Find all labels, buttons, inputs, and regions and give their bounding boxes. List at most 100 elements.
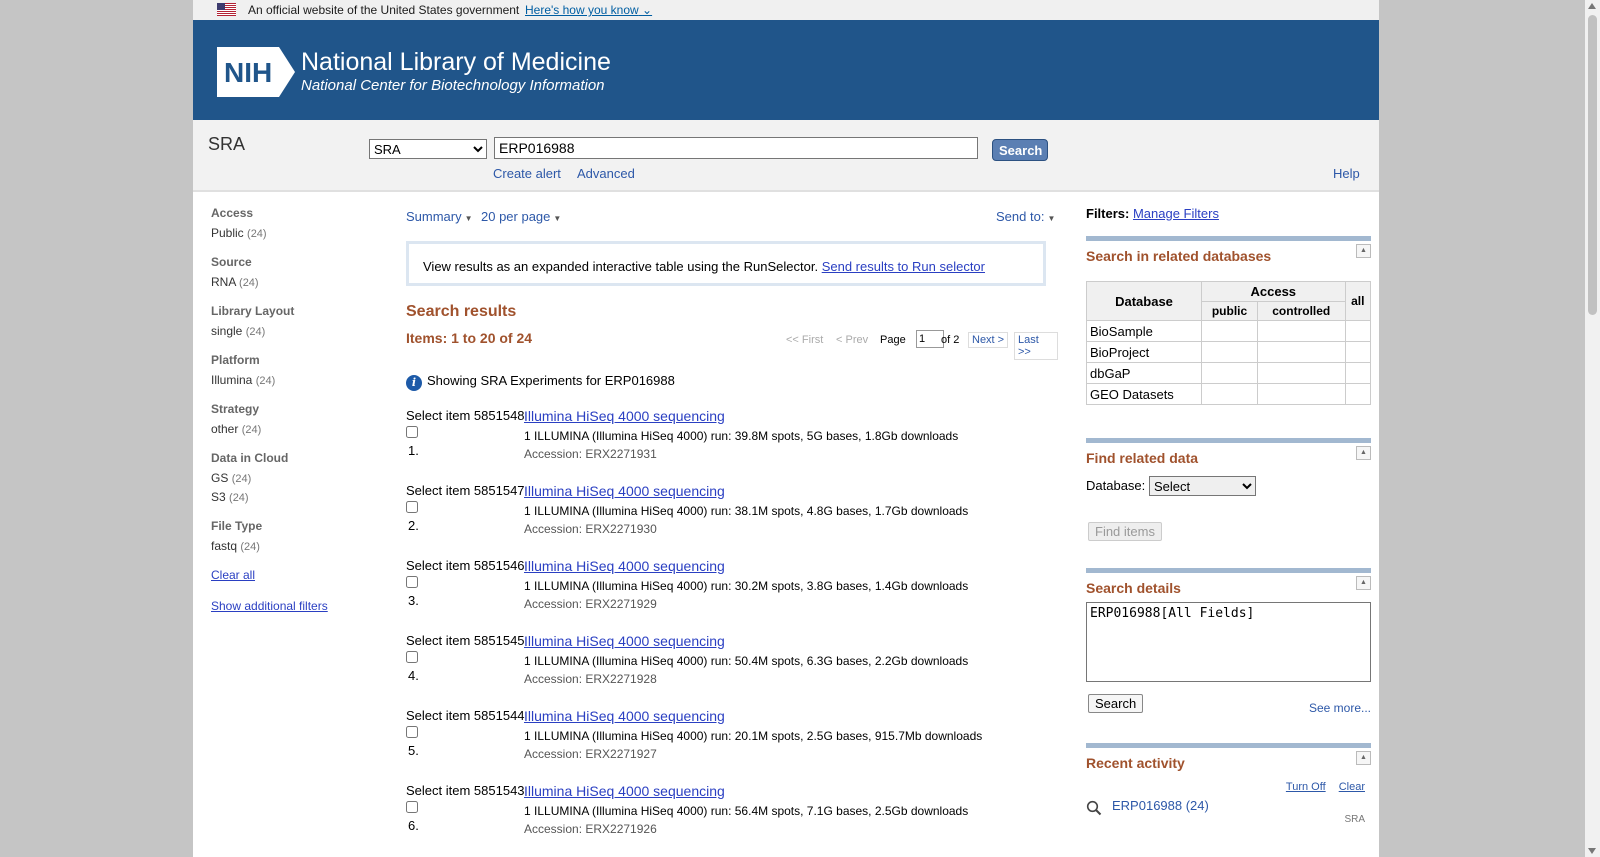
result-checkbox[interactable] [406, 801, 418, 813]
filter-group: File Type fastq (24) [211, 519, 381, 553]
next-page-link[interactable]: Next > [968, 332, 1009, 348]
first-page-link: << First [786, 334, 824, 346]
scroll-up-icon[interactable] [1588, 3, 1596, 9]
col-all: all [1344, 281, 1372, 321]
search-details-button[interactable]: Search [1088, 694, 1144, 713]
last-page-link[interactable]: Last >> [1014, 332, 1058, 360]
related-db-cell [1200, 341, 1259, 363]
filter-item-label: Illumina [211, 373, 253, 387]
database-select[interactable]: SRA [369, 139, 487, 159]
nlm-title[interactable]: National Library of Medicine [301, 48, 611, 77]
heres-how-you-know-label: Here's how you know [525, 3, 639, 17]
result-checkbox[interactable] [406, 726, 418, 738]
related-db-cell [1257, 341, 1346, 363]
collapse-icon[interactable]: ▲ [1356, 244, 1371, 258]
send-to-dropdown[interactable]: Send to: ▼ [996, 209, 1055, 224]
caret-down-icon: ▼ [1047, 214, 1056, 223]
filter-item-label: S3 [211, 490, 226, 504]
related-db-cell [1344, 341, 1372, 363]
recent-activity-controls: Turn Off Clear [1276, 781, 1365, 793]
clear-all-link[interactable]: Clear all [211, 568, 381, 582]
result-accession: Accession: ERX2271928 [524, 672, 657, 686]
format-dropdown[interactable]: Summary ▼ [406, 209, 473, 224]
filter-item[interactable]: other (24) [211, 422, 381, 436]
show-additional-filters-link[interactable]: Show additional filters [211, 599, 381, 613]
page-number-input[interactable] [916, 330, 944, 348]
result-title-link[interactable]: Illumina HiSeq 4000 sequencing [524, 708, 725, 724]
filter-group-title: File Type [211, 519, 263, 533]
page: An official website of the United States… [193, 0, 1379, 857]
manage-filters-link[interactable]: Manage Filters [1133, 206, 1219, 221]
filter-item-count: (24) [247, 228, 267, 240]
filter-item-label: GS [211, 471, 229, 485]
result-checkbox[interactable] [406, 576, 418, 588]
gov-banner: An official website of the United States… [193, 0, 1379, 20]
result-title-link[interactable]: Illumina HiSeq 4000 sequencing [524, 633, 725, 649]
nih-logo[interactable]: NIH [217, 47, 297, 97]
search-details-textarea[interactable]: ERP016988[All Fields] [1086, 602, 1371, 682]
turn-off-link[interactable]: Turn Off [1286, 781, 1326, 793]
result-title-link[interactable]: Illumina HiSeq 4000 sequencing [524, 558, 725, 574]
per-page-dropdown[interactable]: 20 per page ▼ [481, 209, 561, 224]
filter-group-title: Platform [211, 353, 260, 367]
search-icon [1086, 800, 1102, 816]
filter-item[interactable]: Illumina (24) [211, 373, 381, 387]
filter-item-count: (24) [241, 424, 262, 436]
collapse-icon[interactable]: ▲ [1356, 576, 1371, 590]
select-item-label: Select item 5851547 [406, 483, 525, 498]
result-title-link[interactable]: Illumina HiSeq 4000 sequencing [524, 408, 725, 424]
filter-item[interactable]: Public (24) [211, 226, 381, 240]
help-link[interactable]: Help [1333, 166, 1360, 181]
result-checkbox[interactable] [406, 426, 418, 438]
related-databases-title: Search in related databases [1086, 248, 1272, 264]
recent-activity-link[interactable]: ERP016988 (24) [1112, 798, 1209, 813]
send-to-run-selector-link[interactable]: Send results to Run selector [822, 259, 985, 274]
filter-group-title: Access [211, 206, 254, 220]
clear-link[interactable]: Clear [1339, 781, 1365, 793]
find-items-button[interactable]: Find items [1088, 522, 1162, 541]
filter-item[interactable]: single (24) [211, 324, 381, 338]
find-related-title: Find related data [1086, 450, 1199, 466]
recent-activity-title: Recent activity [1086, 755, 1185, 771]
result-checkbox[interactable] [406, 501, 418, 513]
find-database-select[interactable]: Select [1149, 476, 1256, 496]
filter-item-count: (24) [240, 541, 260, 553]
runselector-box: View results as an expanded interactive … [406, 241, 1046, 286]
see-more-link[interactable]: See more... [1309, 701, 1371, 715]
filter-item[interactable]: fastq (24) [211, 539, 381, 553]
result-title-link[interactable]: Illumina HiSeq 4000 sequencing [524, 783, 725, 799]
result-checkbox[interactable] [406, 651, 418, 663]
filter-item-count: (24) [229, 492, 249, 504]
search-bar: SRA SRA Search Create alert Advanced Hel… [193, 120, 1379, 192]
collapse-icon[interactable]: ▲ [1356, 751, 1371, 765]
related-db-cell [1344, 362, 1372, 384]
result-number: 6. [408, 818, 419, 833]
related-databases-table: Database Access all public controlled Bi… [1086, 281, 1372, 405]
scrollbar-thumb[interactable] [1588, 15, 1597, 315]
filter-sidebar: Access Public (24) Source RNA (24) Library L… [211, 206, 381, 630]
result-item: Select item 5851548 1. Illumina HiSeq 4000… [406, 408, 1066, 478]
filter-group-title: Library Layout [211, 304, 295, 318]
heres-how-you-know-link[interactable]: Here's how you know ⌄ [525, 3, 652, 17]
filter-item[interactable]: GS (24) [211, 471, 381, 485]
result-title-link[interactable]: Illumina HiSeq 4000 sequencing [524, 483, 725, 499]
advanced-link[interactable]: Advanced [577, 166, 635, 181]
search-details-title: Search details [1086, 580, 1181, 596]
runselector-text: View results as an expanded interactive … [423, 259, 819, 274]
showing-message: i Showing SRA Experiments for ERP016988 [406, 373, 675, 391]
related-db-name: BioProject [1086, 341, 1202, 363]
filter-item-label: other [211, 422, 239, 436]
filter-item[interactable]: RNA (24) [211, 275, 381, 289]
search-button[interactable]: Search [992, 139, 1048, 161]
page-scrollbar[interactable] [1585, 0, 1600, 857]
filters-line: Filters: Manage Filters [1086, 206, 1371, 221]
result-description: 1 ILLUMINA (Illumina HiSeq 4000) run: 39… [524, 429, 959, 443]
result-number: 4. [408, 668, 419, 683]
filter-item-count: (24) [231, 473, 252, 485]
create-alert-link[interactable]: Create alert [493, 166, 561, 181]
search-input[interactable] [494, 137, 978, 159]
collapse-icon[interactable]: ▲ [1356, 446, 1371, 460]
filter-item[interactable]: S3 (24) [211, 490, 381, 504]
scroll-down-icon[interactable] [1588, 848, 1596, 854]
filter-group: Access Public (24) [211, 206, 381, 240]
